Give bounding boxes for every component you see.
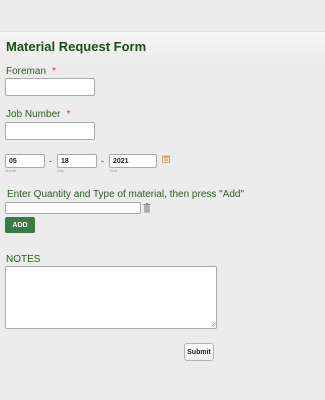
month-sublabel: Month	[5, 168, 17, 173]
material-label: Enter Quantity and Type of material, the…	[7, 189, 245, 200]
day-sublabel: Day	[57, 168, 65, 173]
required-asterisk: *	[52, 66, 56, 77]
date-year-input[interactable]	[109, 154, 157, 168]
notes-textarea[interactable]	[5, 266, 217, 329]
trash-icon[interactable]	[143, 203, 151, 213]
year-sublabel: Year	[109, 168, 118, 173]
calendar-icon[interactable]	[162, 155, 170, 163]
add-button[interactable]: ADD	[5, 217, 35, 233]
form-header: Material Request Form	[0, 31, 325, 60]
foreman-input[interactable]	[5, 78, 95, 96]
job-number-label: Job Number *	[6, 109, 70, 121]
date-day-input[interactable]	[57, 154, 97, 168]
resize-handle-icon[interactable]	[211, 322, 216, 327]
material-input[interactable]	[5, 202, 141, 214]
foreman-label-text: Foreman	[6, 66, 47, 77]
date-separator: -	[49, 156, 52, 166]
required-asterisk: *	[66, 109, 71, 120]
page-title: Material Request Form	[6, 39, 147, 54]
notes-label: NOTES	[6, 254, 41, 265]
submit-button[interactable]: Submit	[184, 343, 214, 361]
date-separator: -	[101, 156, 104, 166]
job-number-label-text: Job Number	[6, 109, 61, 120]
date-month-input[interactable]	[5, 154, 45, 168]
foreman-label: Foreman *	[6, 66, 56, 78]
job-number-input[interactable]	[5, 122, 95, 140]
